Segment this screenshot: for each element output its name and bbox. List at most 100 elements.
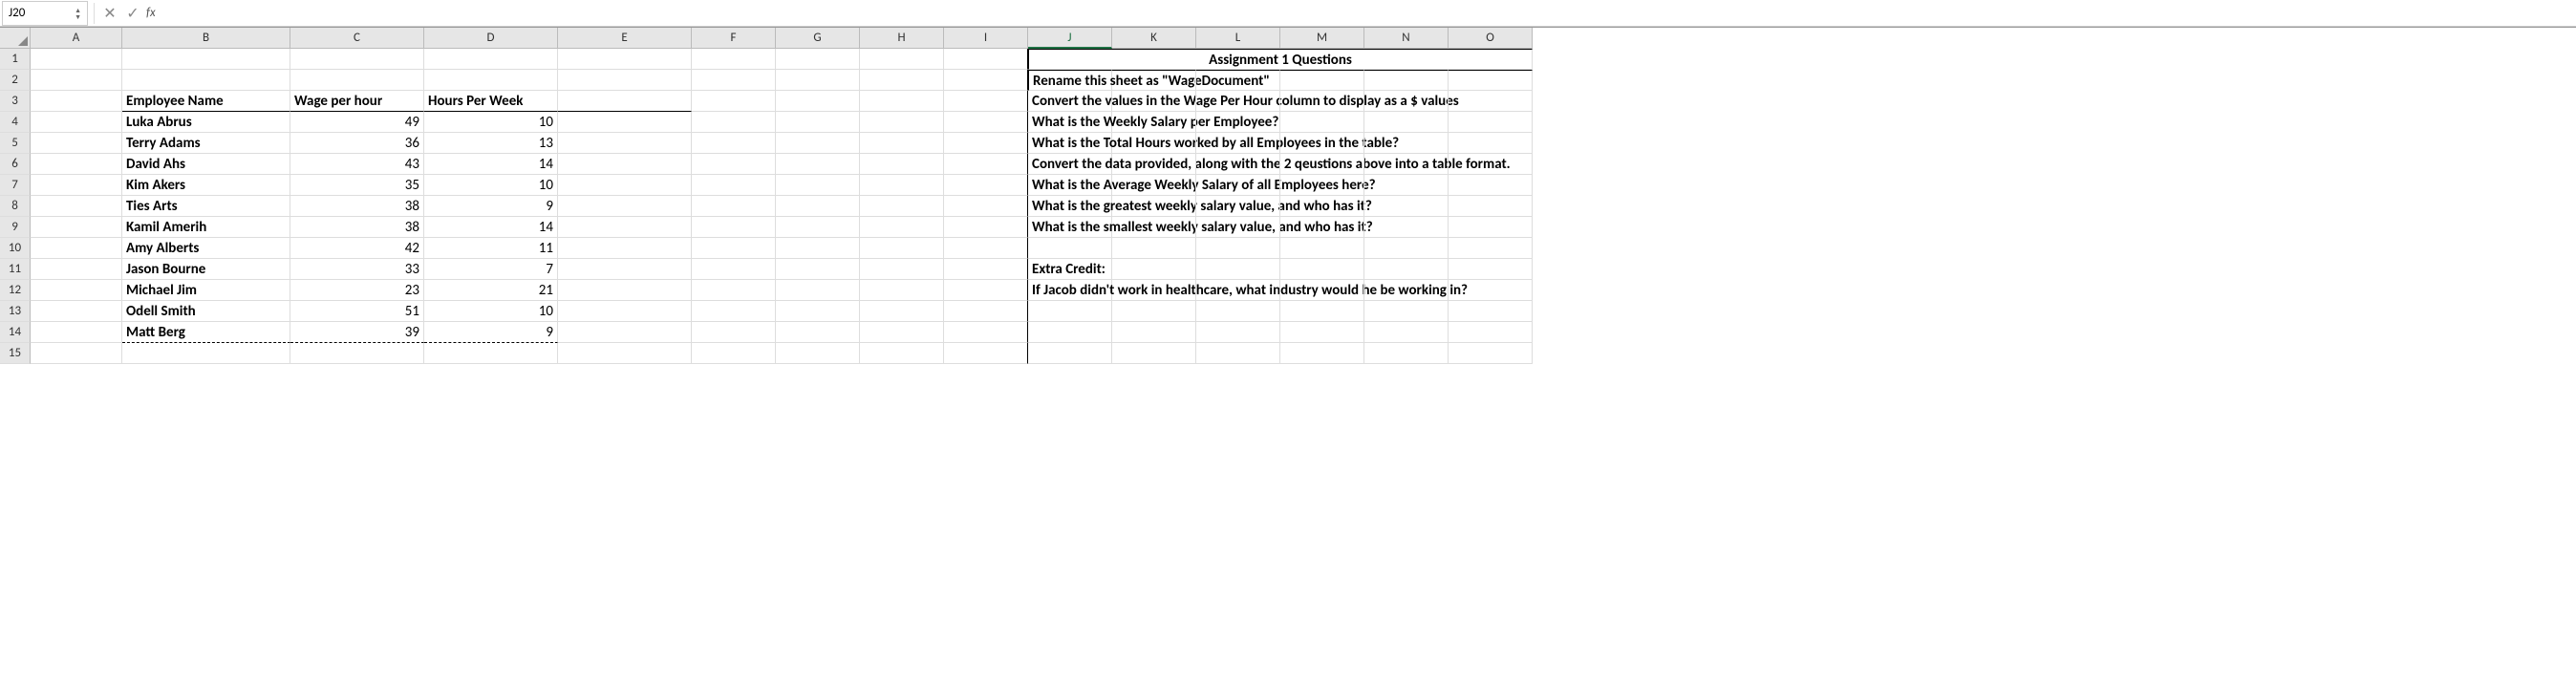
cell-A14[interactable]: [31, 322, 122, 343]
cell-F8[interactable]: [692, 196, 776, 217]
emp-2-name[interactable]: David Ahs: [122, 154, 290, 175]
assignment-q4[interactable]: What is the Total Hours worked by all Em…: [1028, 133, 1112, 154]
cell-D15[interactable]: [424, 343, 558, 364]
cell-M6[interactable]: [1280, 154, 1364, 175]
cell-E9[interactable]: [558, 217, 692, 238]
cell-L6[interactable]: [1196, 154, 1280, 175]
cell-J14[interactable]: [1028, 322, 1112, 343]
cell-F7[interactable]: [692, 175, 776, 196]
cell-M9[interactable]: [1280, 217, 1364, 238]
emp-9-name[interactable]: Odell Smith: [122, 301, 290, 322]
cell-H2[interactable]: [860, 70, 944, 91]
cell-I6[interactable]: [944, 154, 1028, 175]
cell-F4[interactable]: [692, 112, 776, 133]
cell-L14[interactable]: [1196, 322, 1280, 343]
assignment-q3[interactable]: What is the Weekly Salary per Employee?: [1028, 112, 1112, 133]
name-box[interactable]: J20 ▲ ▼: [2, 1, 88, 26]
cell-A12[interactable]: [31, 280, 122, 301]
cell-G13[interactable]: [776, 301, 860, 322]
assignment-title[interactable]: Assignment 1 Questions: [1028, 49, 1533, 70]
extra-credit-label[interactable]: Extra Credit:: [1028, 259, 1112, 280]
fx-icon[interactable]: fx: [146, 6, 156, 20]
emp-5-name[interactable]: Kamil Amerih: [122, 217, 290, 238]
emp-6-wage[interactable]: 42: [290, 238, 424, 259]
cell-B2[interactable]: [122, 70, 290, 91]
emp-7-wage[interactable]: 33: [290, 259, 424, 280]
cell-C15[interactable]: [290, 343, 424, 364]
cell-F11[interactable]: [692, 259, 776, 280]
emp-4-hours[interactable]: 9: [424, 196, 558, 217]
cell-A11[interactable]: [31, 259, 122, 280]
cell-N8[interactable]: [1364, 196, 1449, 217]
emp-3-wage[interactable]: 35: [290, 175, 424, 196]
cell-D2[interactable]: [424, 70, 558, 91]
cell-N4[interactable]: [1364, 112, 1449, 133]
cell-C2[interactable]: [290, 70, 424, 91]
cell-L4[interactable]: [1196, 112, 1280, 133]
row-header-4[interactable]: 4: [0, 112, 31, 133]
assignment-q7[interactable]: What is the greatest weekly salary value…: [1028, 196, 1112, 217]
cell-N12[interactable]: [1364, 280, 1449, 301]
cell-G8[interactable]: [776, 196, 860, 217]
cell-K8[interactable]: [1112, 196, 1196, 217]
col-header-B[interactable]: B: [122, 28, 290, 49]
cell-M13[interactable]: [1280, 301, 1364, 322]
header-wage[interactable]: Wage per hour: [290, 91, 424, 112]
cell-E3[interactable]: [558, 91, 692, 112]
cell-E2[interactable]: [558, 70, 692, 91]
cell-N3[interactable]: [1364, 91, 1449, 112]
cell-F12[interactable]: [692, 280, 776, 301]
cell-M12[interactable]: [1280, 280, 1364, 301]
cell-E10[interactable]: [558, 238, 692, 259]
cell-K4[interactable]: [1112, 112, 1196, 133]
row-header-2[interactable]: 2: [0, 70, 31, 91]
cell-E5[interactable]: [558, 133, 692, 154]
cell-E13[interactable]: [558, 301, 692, 322]
row-header-10[interactable]: 10: [0, 238, 31, 259]
cell-H3[interactable]: [860, 91, 944, 112]
cell-F9[interactable]: [692, 217, 776, 238]
cell-E14[interactable]: [558, 322, 692, 343]
cell-G9[interactable]: [776, 217, 860, 238]
cell-I3[interactable]: [944, 91, 1028, 112]
cell-B1[interactable]: [122, 49, 290, 70]
cell-O13[interactable]: [1449, 301, 1533, 322]
emp-1-hours[interactable]: 13: [424, 133, 558, 154]
cell-K2[interactable]: [1112, 70, 1196, 91]
formula-input[interactable]: [161, 2, 2576, 25]
cell-O9[interactable]: [1449, 217, 1533, 238]
cell-H5[interactable]: [860, 133, 944, 154]
cell-F15[interactable]: [692, 343, 776, 364]
cell-G7[interactable]: [776, 175, 860, 196]
cell-M3[interactable]: [1280, 91, 1364, 112]
cell-H10[interactable]: [860, 238, 944, 259]
emp-3-hours[interactable]: 10: [424, 175, 558, 196]
cell-G12[interactable]: [776, 280, 860, 301]
cell-G6[interactable]: [776, 154, 860, 175]
cell-E11[interactable]: [558, 259, 692, 280]
cell-H14[interactable]: [860, 322, 944, 343]
cell-L2[interactable]: [1196, 70, 1280, 91]
check-icon[interactable]: ✓: [121, 2, 144, 25]
col-header-G[interactable]: G: [776, 28, 860, 49]
cell-A2[interactable]: [31, 70, 122, 91]
assignment-q2[interactable]: Convert the values in the Wage Per Hour …: [1028, 91, 1112, 112]
cell-O4[interactable]: [1449, 112, 1533, 133]
cell-K3[interactable]: [1112, 91, 1196, 112]
col-header-E[interactable]: E: [558, 28, 692, 49]
emp-4-name[interactable]: Ties Arts: [122, 196, 290, 217]
cell-L13[interactable]: [1196, 301, 1280, 322]
cell-B15[interactable]: [122, 343, 290, 364]
cell-N14[interactable]: [1364, 322, 1449, 343]
cell-F3[interactable]: [692, 91, 776, 112]
cell-N9[interactable]: [1364, 217, 1449, 238]
select-all-corner[interactable]: [0, 28, 31, 49]
emp-10-wage[interactable]: 39: [290, 322, 424, 343]
row-header-12[interactable]: 12: [0, 280, 31, 301]
cell-A9[interactable]: [31, 217, 122, 238]
cell-H7[interactable]: [860, 175, 944, 196]
cell-G15[interactable]: [776, 343, 860, 364]
col-header-L[interactable]: L: [1196, 28, 1280, 49]
row-header-11[interactable]: 11: [0, 259, 31, 280]
cell-L5[interactable]: [1196, 133, 1280, 154]
